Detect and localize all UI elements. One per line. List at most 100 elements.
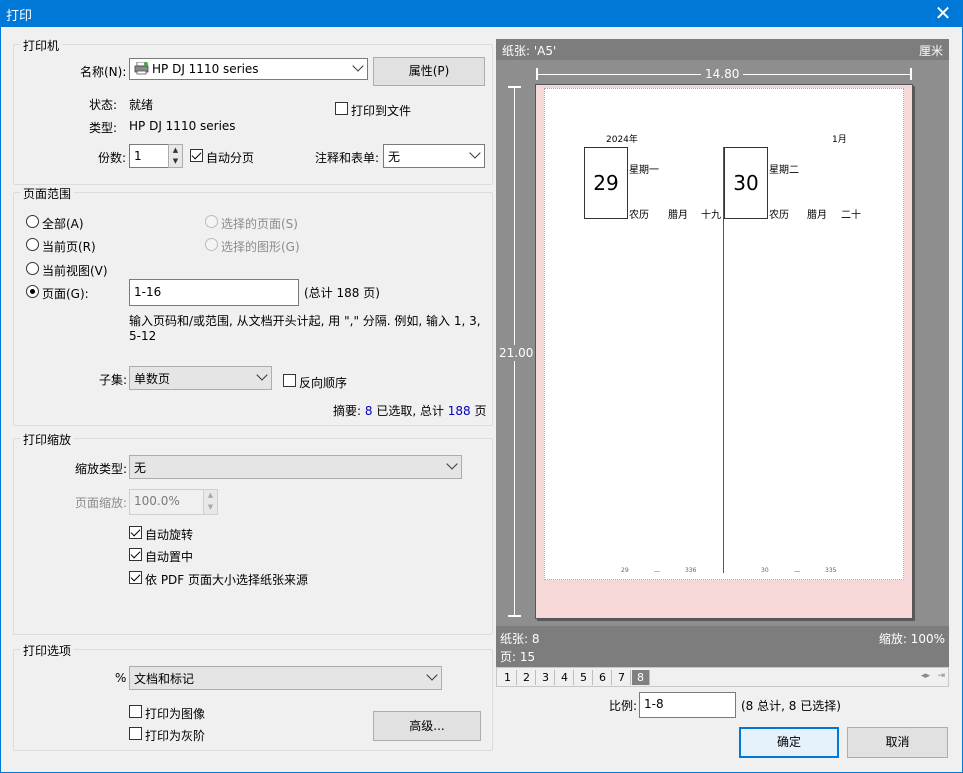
close-icon[interactable]: ✕ [931,1,955,25]
range-selected-graphics-label: 选择的图形(G) [221,240,300,254]
pdf-source-checkbox[interactable] [129,571,142,584]
summary-selected-count: 8 [364,404,373,418]
print-what-label: % [115,671,127,685]
paper-size-label: 纸张: 'A5' [502,44,557,58]
page-tab-8[interactable]: 8 [632,670,650,685]
width-dimension-tick-left [536,68,538,80]
print-to-file-checkbox[interactable] [335,102,348,115]
status-label: 状态: [89,98,118,112]
collate-label: 自动分页 [206,151,255,165]
collate-checkbox[interactable] [190,149,203,162]
page-tab-5[interactable]: 5 [575,670,593,685]
height-dimension-tick-bottom [508,615,521,617]
reverse-label: 反向顺序 [299,376,348,390]
height-dimension-tick-top [508,86,521,88]
page-label: 页: 15 [500,650,536,664]
lunar-month-1: 腊月 [668,210,688,221]
summary: 摘要: 8 已选取, 总计 188 页 [333,402,487,419]
auto-center-checkbox[interactable] [129,548,142,561]
title-bar: 打印 ✕ [0,0,963,27]
lunar-label-1: 农历 [629,210,649,221]
scaling-group-title: 打印缩放 [20,431,75,448]
page-zoom-label: 页面缩放: [75,496,128,510]
stepper-down-icon[interactable]: ▼ [169,156,182,167]
range-selected-pages-radio[interactable] [205,215,218,228]
advanced-button[interactable]: 高级... [373,711,481,741]
page-tab-7[interactable]: 7 [613,670,631,685]
range-current-radio[interactable] [26,238,39,251]
total-pages-label: (总计 188 页) [304,286,380,300]
footer-week-2: 一 [794,569,801,576]
ratio-info: (8 总计, 8 已选择) [741,699,841,713]
auto-rotate-checkbox[interactable] [129,526,142,539]
range-all-radio[interactable] [26,215,39,228]
page-tab-6[interactable]: 6 [594,670,612,685]
page-tab-2[interactable]: 2 [518,670,536,685]
pages-input[interactable]: 1-16 [129,279,299,306]
print-what-value: 文档和标记 [134,672,195,686]
reverse-checkbox[interactable] [283,374,296,387]
scaling-type-value: 无 [134,461,147,475]
stepper-down-icon[interactable]: ▼ [204,502,217,514]
day-box-1: 29 [584,147,628,219]
print-as-image-checkbox[interactable] [129,705,142,718]
scaling-type-select[interactable]: 无 [129,455,462,479]
page-tab-1[interactable]: 1 [499,670,517,685]
page-tab-4[interactable]: 4 [556,670,574,685]
type-label: 类型: [89,121,118,135]
printer-group-title: 打印机 [20,37,63,54]
stepper-up-icon[interactable]: ▲ [204,490,217,502]
properties-button[interactable]: 属性(P) [373,57,485,86]
calendar-year: 2024年 [606,135,638,145]
lunar-label-2: 农历 [769,210,789,221]
preview-header: 纸张: 'A5' 厘米 [496,39,949,60]
print-what-select[interactable]: 文档和标记 [129,666,442,690]
range-all-label: 全部(A) [42,217,84,231]
range-pages-radio[interactable] [26,285,39,298]
printer-select[interactable]: HP DJ 1110 series [129,58,368,80]
chevron-down-icon [352,60,364,72]
page-range-group-title: 页面范围 [20,185,75,202]
width-dimension-tick-right [910,68,912,80]
stepper-up-icon[interactable]: ▲ [169,145,182,156]
lunar-day-2: 二十 [841,210,861,221]
page-zoom-stepper[interactable]: ▲ ▼ [203,489,218,515]
auto-rotate-label: 自动旋转 [145,528,194,542]
print-as-image-label: 打印为图像 [145,707,206,721]
subset-label: 子集: [99,373,128,387]
footer-remaining-1: 336 [685,567,697,574]
scaling-type-label: 缩放类型: [75,462,128,476]
range-current-view-radio[interactable] [26,262,39,275]
weekday-2: 星期二 [769,165,799,176]
summary-total-count: 188 [447,404,471,418]
summary-prefix: 摘要: [333,404,365,418]
ratio-input[interactable]: 1-8 [639,692,736,718]
last-page-icon[interactable]: ⇥ [937,671,945,681]
status-value: 就绪 [129,98,154,112]
printable-area: 2024年 1月 29 星期一 农历 腊月 十九 30 星期二 农历 腊月 二十… [544,88,904,580]
pages-hint-line2: 5-12 [129,329,157,343]
ratio-label: 比例: [609,699,638,713]
copies-input[interactable]: 1 [129,144,169,168]
page-tab-3[interactable]: 3 [537,670,555,685]
range-selected-graphics-radio[interactable] [205,238,218,251]
comments-select[interactable]: 无 [383,144,485,168]
print-grayscale-label: 打印为灰阶 [145,729,206,743]
page-zoom-input[interactable]: 100.0% [129,489,204,515]
comments-label: 注释和表单: [315,151,380,165]
chevron-down-icon [469,147,481,159]
copies-stepper[interactable]: ▲ ▼ [168,144,183,168]
ok-button[interactable]: 确定 [739,727,839,758]
footer-day-1: 29 [621,567,629,574]
subset-select[interactable]: 单数页 [129,366,272,390]
subset-select-value: 单数页 [134,372,171,386]
pdf-source-label: 依 PDF 页面大小选择纸张来源 [145,573,309,587]
prev-page-icon[interactable]: ◂▸ [921,671,930,681]
lunar-month-2: 腊月 [807,210,827,221]
summary-mid: 已选取, 总计 [372,404,448,418]
unit-label: 厘米 [918,44,943,58]
preview-footer: 纸张: 8 页: 15 缩放: 100% [496,626,949,667]
range-current-label: 当前页(R) [42,240,96,254]
cancel-button[interactable]: 取消 [847,727,948,758]
print-grayscale-checkbox[interactable] [129,727,142,740]
